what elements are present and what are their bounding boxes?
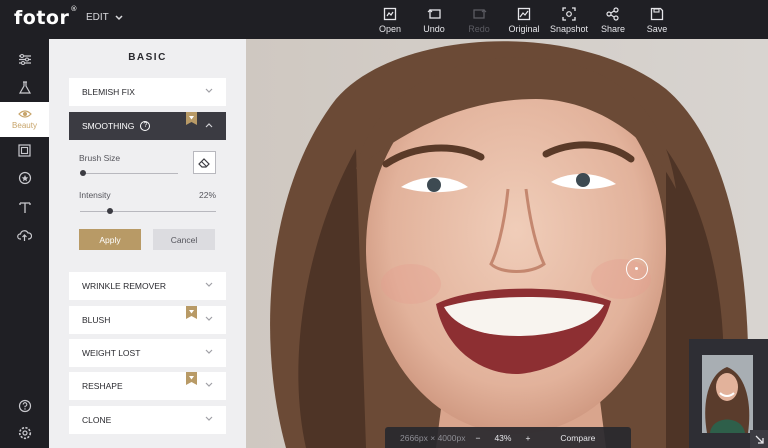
rail-beauty[interactable]: Beauty [0, 102, 49, 137]
chevron-down-icon [205, 416, 213, 421]
chevron-down-icon [205, 88, 213, 93]
chevron-down-icon [205, 382, 213, 387]
section-label: BLEMISH FIX [82, 87, 135, 97]
effects-icon [18, 81, 31, 94]
intensity-slider[interactable] [80, 211, 216, 212]
eraser-button[interactable] [193, 151, 216, 174]
open-label: Open [378, 24, 402, 34]
frames-icon [18, 143, 31, 157]
zoom-status-bar: 2666px × 4000px − 43% + Compare [385, 427, 631, 448]
stickers-icon [18, 171, 31, 185]
thumbnail-image [702, 355, 753, 433]
zoom-out-button[interactable]: − [475, 433, 480, 443]
undo-button[interactable]: Undo [409, 6, 459, 34]
fotor-logo[interactable]: fotor® [14, 5, 78, 29]
zoom-in-button[interactable]: + [525, 433, 530, 443]
open-button[interactable]: Open [365, 6, 415, 34]
premium-badge-icon [186, 372, 197, 385]
intensity-label: Intensity [79, 190, 111, 200]
collapse-navigator-button[interactable] [750, 430, 768, 448]
save-button[interactable]: Save [632, 6, 682, 34]
redo-label: Redo [468, 24, 490, 34]
settings-icon [18, 426, 31, 440]
premium-badge-icon [186, 112, 197, 125]
rail-stickers[interactable] [0, 163, 49, 193]
section-label: WEIGHT LOST [82, 348, 141, 358]
section-clone[interactable]: CLONE [69, 406, 226, 434]
collapse-arrow-icon [755, 435, 764, 444]
share-icon [606, 6, 619, 21]
adjust-icon [18, 53, 31, 65]
navigator-thumbnail[interactable] [689, 339, 768, 448]
redo-icon [472, 9, 486, 19]
rail-text[interactable] [0, 192, 49, 222]
edit-menu[interactable]: EDIT [86, 12, 123, 23]
chevron-down-icon [205, 282, 213, 287]
rail-settings[interactable] [0, 418, 49, 448]
rail-effects[interactable] [0, 73, 49, 103]
section-label: WRINKLE REMOVER [82, 281, 167, 291]
save-label: Save [646, 24, 668, 34]
premium-badge-icon [186, 306, 197, 319]
eraser-icon [198, 158, 210, 168]
help-icon[interactable]: ? [140, 121, 151, 131]
chevron-down-icon [205, 316, 213, 321]
snapshot-label: Snapshot [549, 24, 589, 34]
save-icon [650, 7, 664, 20]
section-reshape[interactable]: RESHAPE [69, 372, 226, 400]
upload-icon [17, 229, 32, 241]
rail-frames[interactable] [0, 135, 49, 165]
image-dimensions: 2666px × 4000px [400, 432, 466, 443]
apply-button[interactable]: Apply [79, 229, 141, 250]
brush-cursor [626, 258, 648, 280]
left-rail: Beauty [0, 39, 49, 448]
section-label: RESHAPE [82, 381, 123, 391]
section-label: SMOOTHING [82, 121, 135, 131]
share-button[interactable]: Share [588, 6, 638, 34]
original-label: Original [508, 24, 540, 34]
compare-button[interactable]: Compare [560, 433, 595, 443]
edit-menu-label: EDIT [86, 12, 109, 23]
open-icon [383, 7, 397, 20]
intensity-knob[interactable] [106, 208, 113, 214]
chevron-up-icon [205, 123, 213, 128]
section-label: BLUSH [82, 315, 111, 325]
snapshot-icon [562, 6, 576, 21]
top-bar: fotor® EDIT Open Undo Redo Original Snap… [0, 0, 768, 39]
redo-button[interactable]: Redo [454, 6, 504, 34]
section-blush[interactable]: BLUSH [69, 306, 226, 334]
original-icon [517, 7, 531, 20]
undo-icon [427, 9, 441, 19]
snapshot-button[interactable]: Snapshot [544, 6, 594, 34]
chevron-down-icon [115, 14, 123, 20]
share-label: Share [600, 24, 626, 34]
rail-upload[interactable] [0, 220, 49, 250]
section-wrinkle-remover[interactable]: WRINKLE REMOVER [69, 272, 226, 300]
cancel-button[interactable]: Cancel [153, 229, 215, 250]
chevron-down-icon [205, 349, 213, 354]
brush-size-knob[interactable] [80, 170, 86, 176]
intensity-value: 22% [198, 190, 216, 200]
beauty-panel: BASIC BLEMISH FIX SMOOTHING ? Brush Size… [49, 39, 246, 448]
brush-size-slider[interactable] [80, 173, 178, 174]
section-weight-lost[interactable]: WEIGHT LOST [69, 339, 226, 367]
brush-size-label: Brush Size [79, 153, 121, 163]
beauty-icon [17, 110, 32, 118]
panel-title: BASIC [128, 52, 167, 63]
section-label: CLONE [82, 415, 112, 425]
text-icon [18, 201, 31, 213]
zoom-level: 43% [494, 432, 512, 443]
rail-beauty-label: Beauty [12, 121, 37, 130]
help-icon [18, 399, 31, 413]
section-smoothing[interactable]: SMOOTHING ? [69, 112, 226, 140]
rail-adjust[interactable] [0, 44, 49, 74]
original-button[interactable]: Original [499, 6, 549, 34]
undo-label: Undo [423, 24, 445, 34]
section-blemish-fix[interactable]: BLEMISH FIX [69, 78, 226, 106]
rail-help[interactable] [0, 391, 49, 421]
